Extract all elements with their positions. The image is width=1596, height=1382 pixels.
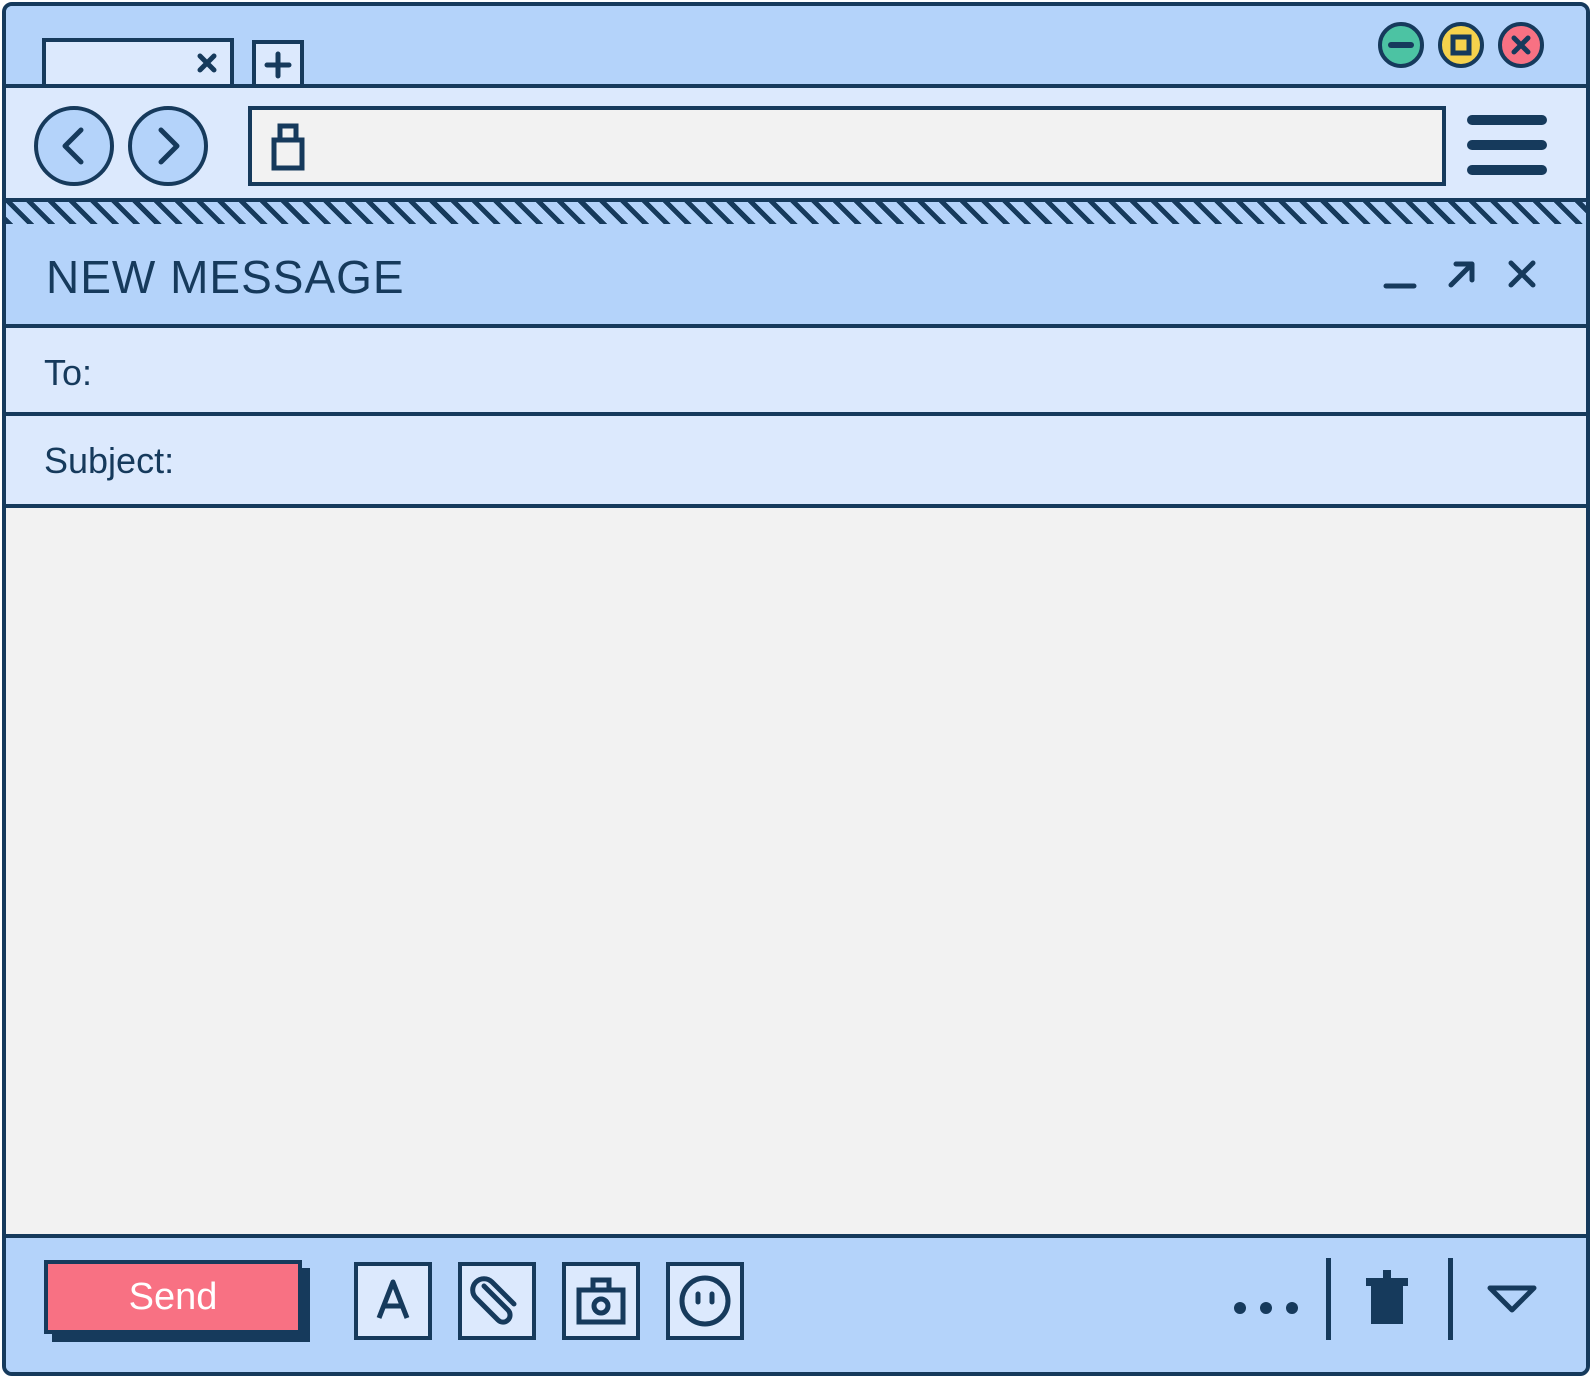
message-body[interactable] (6, 508, 1586, 1238)
browser-tab[interactable] (42, 38, 234, 86)
insert-photo-button[interactable] (562, 1262, 640, 1340)
window-maximize-button[interactable] (1438, 22, 1484, 68)
compose-action-bar: Send (6, 1238, 1586, 1372)
hatched-divider (6, 202, 1586, 224)
chevron-right-icon (132, 110, 204, 182)
maximize-icon (1442, 26, 1480, 64)
lock-icon (266, 118, 310, 181)
minimize-icon (1382, 26, 1420, 64)
insert-emoji-button[interactable] (666, 1262, 744, 1340)
paperclip-icon (462, 1266, 532, 1336)
title-bar (6, 6, 1586, 86)
camera-icon (566, 1266, 636, 1336)
window-minimize-button[interactable] (1378, 22, 1424, 68)
new-tab-button[interactable] (252, 40, 304, 84)
trash-icon[interactable] (1362, 1266, 1412, 1330)
menu-button[interactable] (1466, 112, 1548, 178)
to-label: To: (44, 352, 93, 393)
attach-file-button[interactable] (458, 1262, 536, 1340)
subject-label: Subject: (44, 440, 175, 481)
send-button[interactable]: Send (44, 1260, 302, 1334)
back-button[interactable] (34, 106, 114, 186)
close-icon (1502, 26, 1540, 64)
navigation-toolbar (6, 84, 1586, 202)
more-options-icon[interactable] (1230, 1298, 1306, 1318)
close-icon[interactable] (194, 50, 220, 76)
format-text-button[interactable] (354, 1262, 432, 1340)
toolbar-divider (1326, 1258, 1331, 1340)
emoji-icon (670, 1266, 740, 1336)
toolbar-divider (1448, 1258, 1453, 1340)
dropdown-triangle-icon[interactable] (1484, 1280, 1540, 1320)
close-icon[interactable] (1502, 254, 1542, 294)
chevron-left-icon (38, 110, 110, 182)
message-header: NEW MESSAGE (6, 224, 1586, 328)
browser-window: NEW MESSAGE To: Subject: Send (2, 2, 1590, 1376)
message-title: NEW MESSAGE (46, 251, 405, 303)
window-close-button[interactable] (1498, 22, 1544, 68)
address-bar[interactable] (248, 106, 1446, 186)
text-format-icon (358, 1266, 428, 1336)
forward-button[interactable] (128, 106, 208, 186)
plus-icon (256, 44, 300, 84)
hamburger-menu-icon (1466, 112, 1548, 178)
subject-field[interactable]: Subject: (6, 416, 1586, 508)
to-field[interactable]: To: (6, 328, 1586, 416)
pop-out-arrow-icon[interactable] (1442, 254, 1482, 294)
minimize-icon[interactable] (1380, 254, 1420, 294)
